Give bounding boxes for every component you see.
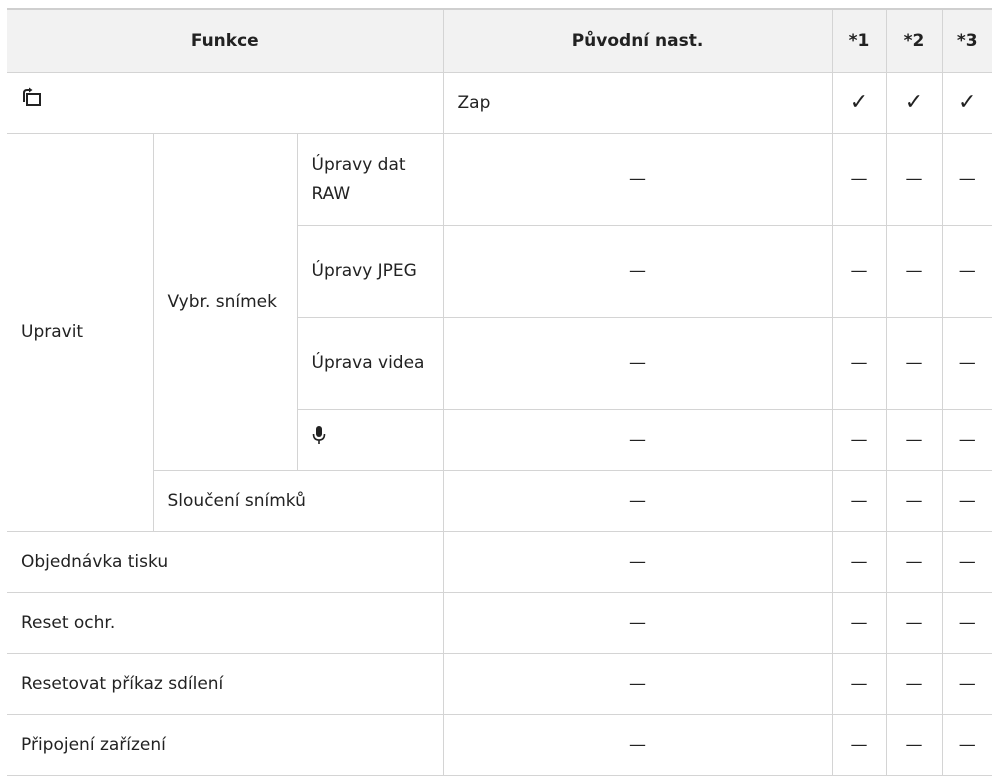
settings-table: Funkce Původní nast. *1 *2 *3 Zap ✓ ✓ ✓ … xyxy=(7,8,992,776)
select-label: Vybr. snímek xyxy=(152,133,298,471)
check-icon: ✓ xyxy=(904,89,924,115)
rotate-mark3: ✓ xyxy=(941,72,992,134)
table-row: Sloučení snímků — — — — xyxy=(7,470,992,532)
merge-mark1: — xyxy=(831,470,887,532)
connect-mark3: — xyxy=(941,714,992,776)
table-row: Zap ✓ ✓ ✓ xyxy=(7,72,992,134)
merge-default: — xyxy=(442,470,833,532)
table-row: Upravit Vybr. snímek Úpravy dat RAW — — … xyxy=(7,133,992,532)
reset-share-mark1: — xyxy=(831,653,887,715)
raw-mark1: — xyxy=(831,133,887,226)
reset-share-label: Resetovat příkaz sdílení xyxy=(7,653,444,715)
connect-mark2: — xyxy=(885,714,943,776)
rotate-mark1: ✓ xyxy=(831,72,887,134)
rotate-icon xyxy=(21,87,43,119)
mic-cell xyxy=(296,409,444,471)
mic-default: — xyxy=(442,409,833,471)
merge-mark3: — xyxy=(941,470,992,532)
mic-mark1: — xyxy=(831,409,887,471)
header-star2: *2 xyxy=(885,8,943,73)
connect-label: Připojení zařízení xyxy=(7,714,444,776)
print-label: Objednávka tisku xyxy=(7,531,444,593)
raw-mark3: — xyxy=(941,133,992,226)
settings-table-container: Funkce Původní nast. *1 *2 *3 Zap ✓ ✓ ✓ … xyxy=(7,8,992,776)
mic-mark3: — xyxy=(941,409,992,471)
print-mark2: — xyxy=(885,531,943,593)
header-star3: *3 xyxy=(941,8,992,73)
jpeg-mark3: — xyxy=(941,225,992,318)
table-row: Reset ochr. — — — — xyxy=(7,592,992,654)
rotate-mark2: ✓ xyxy=(885,72,943,134)
video-mark1: — xyxy=(831,317,887,410)
raw-default: — xyxy=(442,133,833,226)
check-icon: ✓ xyxy=(958,89,977,115)
connect-default: — xyxy=(442,714,833,776)
jpeg-mark1: — xyxy=(831,225,887,318)
rotate-default: Zap xyxy=(442,72,833,134)
raw-label: Úpravy dat RAW xyxy=(296,133,444,226)
reset-share-default: — xyxy=(442,653,833,715)
microphone-icon xyxy=(312,425,326,455)
connect-mark1: — xyxy=(831,714,887,776)
check-icon: ✓ xyxy=(849,89,869,115)
header-function: Funkce xyxy=(7,8,444,73)
reset-share-mark2: — xyxy=(885,653,943,715)
jpeg-mark2: — xyxy=(885,225,943,318)
print-mark3: — xyxy=(941,531,992,593)
reset-protect-default: — xyxy=(442,592,833,654)
video-label: Úprava videa xyxy=(296,317,444,410)
reset-protect-mark2: — xyxy=(885,592,943,654)
reset-protect-label: Reset ochr. xyxy=(7,592,444,654)
mic-mark2: — xyxy=(885,409,943,471)
jpeg-default: — xyxy=(442,225,833,318)
print-default: — xyxy=(442,531,833,593)
print-mark1: — xyxy=(831,531,887,593)
table-row: Resetovat příkaz sdílení — — — — xyxy=(7,653,992,715)
table-row: Připojení zařízení — — — — xyxy=(7,714,992,776)
video-default: — xyxy=(442,317,833,410)
video-mark3: — xyxy=(941,317,992,410)
edit-label: Upravit xyxy=(7,133,154,532)
table-row: Objednávka tisku — — — — xyxy=(7,531,992,593)
reset-protect-mark1: — xyxy=(831,592,887,654)
header-star1: *1 xyxy=(831,8,887,73)
raw-mark2: — xyxy=(885,133,943,226)
merge-label: Sloučení snímků xyxy=(152,470,444,532)
rotate-cell xyxy=(7,72,444,134)
jpeg-label: Úpravy JPEG xyxy=(296,225,444,318)
video-mark2: — xyxy=(885,317,943,410)
merge-mark2: — xyxy=(885,470,943,532)
reset-share-mark3: — xyxy=(941,653,992,715)
header-row: Funkce Původní nast. *1 *2 *3 xyxy=(7,8,992,73)
header-default: Původní nast. xyxy=(442,8,833,73)
reset-protect-mark3: — xyxy=(941,592,992,654)
